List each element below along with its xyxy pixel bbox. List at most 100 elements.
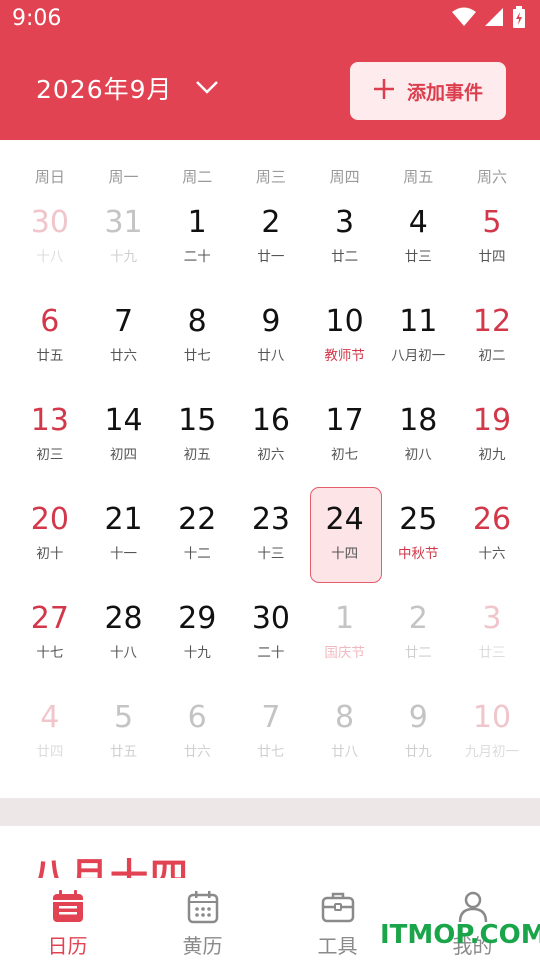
day-number: 1 — [335, 601, 355, 636]
calendar-day-today[interactable]: 24 十四 — [308, 487, 382, 590]
section-divider — [0, 798, 540, 826]
watermark-text: ITMOP.COM — [380, 920, 540, 950]
calendar-day-cell[interactable]: 28 十八 — [87, 590, 161, 689]
calendar-day-cell[interactable]: 21 十一 — [87, 491, 161, 590]
calendar-day-cell[interactable]: 3 廿二 — [308, 194, 382, 293]
calendar-day-cell[interactable]: 20 初十 — [13, 491, 87, 590]
day-number: 28 — [104, 601, 143, 636]
calendar-day-cell[interactable]: 2 廿二 — [381, 590, 455, 689]
calendar-day-cell[interactable]: 1 二十 — [160, 194, 234, 293]
lunar-date: 十八 — [36, 249, 64, 265]
calendar-day-cell[interactable]: 8 廿八 — [308, 689, 382, 788]
day-number: 6 — [187, 700, 207, 735]
calendar-day-cell[interactable]: 6 廿五 — [13, 293, 87, 392]
day-number: 8 — [187, 304, 207, 339]
lunar-date: 初四 — [110, 447, 138, 463]
calendar-day-cell[interactable]: 4 廿四 — [13, 689, 87, 788]
lunar-date: 廿七 — [257, 744, 285, 760]
lunar-date: 廿五 — [110, 744, 138, 760]
nav-label: 工具 — [317, 934, 358, 958]
calendar-day-cell[interactable]: 31 十九 — [87, 194, 161, 293]
day-number: 1 — [187, 205, 207, 240]
day-number: 19 — [472, 403, 512, 438]
calendar-day-cell[interactable]: 14 初四 — [87, 392, 161, 491]
calendar-day-cell[interactable]: 6 廿六 — [160, 689, 234, 788]
chevron-down-icon[interactable] — [194, 78, 220, 100]
status-bar-icons — [452, 6, 526, 32]
day-number: 24 — [325, 502, 364, 537]
calendar-day-cell[interactable]: 12 初二 — [455, 293, 529, 392]
calendar-day-cell[interactable]: 26 十六 — [455, 491, 529, 590]
day-number: 15 — [178, 403, 217, 438]
calendar-day-cell[interactable]: 3 廿三 — [455, 590, 529, 689]
weekday-label: 周一 — [108, 168, 139, 186]
calendar-day-cell[interactable]: 1 国庆节 — [308, 590, 382, 689]
calendar-day-cell[interactable]: 22 十二 — [160, 491, 234, 590]
calendar-day-cell[interactable]: 8 廿七 — [160, 293, 234, 392]
calendar-day-cell[interactable]: 15 初五 — [160, 392, 234, 491]
calendar-day-cell[interactable]: 13 初三 — [13, 392, 87, 491]
day-number: 16 — [251, 403, 290, 438]
calendar-week-row: 6 廿五 7 廿六 8 廿七 9 廿八 10 教师节 11 八月初一 12 初二 — [13, 293, 529, 392]
calendar-day-cell[interactable]: 30 二十 — [234, 590, 308, 689]
day-number: 9 — [408, 700, 428, 735]
calendar-day-cell[interactable]: 16 初六 — [234, 392, 308, 491]
nav-item-calendar[interactable]: 日历 — [0, 878, 135, 960]
lunar-date: 廿二 — [331, 249, 359, 265]
calendar-day-cell[interactable]: 5 廿五 — [87, 689, 161, 788]
lunar-date-title: 八月十四 — [30, 858, 190, 878]
lunar-date: 初七 — [331, 447, 359, 463]
calendar-day-cell[interactable]: 7 廿六 — [87, 293, 161, 392]
lunar-date: 八月初一 — [391, 348, 446, 364]
battery-icon — [512, 6, 526, 32]
calendar-day-cell[interactable]: 27 十七 — [13, 590, 87, 689]
calendar-day-cell[interactable]: 11 八月初一 — [381, 293, 455, 392]
lunar-date: 十七 — [36, 645, 64, 661]
day-number: 31 — [104, 205, 143, 240]
month-title[interactable]: 2026年9月 — [36, 70, 173, 106]
calendar-day-cell[interactable]: 25 中秋节 — [381, 491, 455, 590]
day-number: 9 — [261, 304, 281, 339]
calendar-day-cell[interactable]: 10 九月初一 — [455, 689, 529, 788]
weekday-header: 周日 周一 周二 周三 周四 周五 周六 — [13, 166, 529, 187]
lunar-date: 初六 — [257, 447, 285, 463]
lunar-date: 廿八 — [257, 348, 285, 364]
calendar-icon — [51, 890, 85, 928]
lunar-date: 廿一 — [257, 249, 285, 265]
calendar-day-cell[interactable]: 17 初七 — [308, 392, 382, 491]
nav-item-almanac[interactable]: 黄历 — [135, 878, 270, 960]
almanac-icon — [186, 890, 220, 928]
calendar-day-cell[interactable]: 9 廿八 — [234, 293, 308, 392]
calendar-day-cell[interactable]: 4 廿三 — [381, 194, 455, 293]
calendar-day-cell[interactable]: 23 十三 — [234, 491, 308, 590]
wifi-icon — [452, 7, 476, 31]
day-number: 20 — [30, 502, 69, 537]
add-event-label: 添加事件 — [406, 81, 483, 104]
day-number: 11 — [399, 304, 438, 339]
day-number: 27 — [30, 601, 69, 636]
calendar-week-row: 20 初十 21 十一 22 十二 23 十三 24 十四 25 中秋节 26 十六 — [13, 487, 529, 590]
lunar-date: 廿六 — [183, 744, 211, 760]
lunar-date: 廿五 — [36, 348, 64, 364]
toolbox-icon — [321, 890, 355, 928]
day-number: 26 — [472, 502, 512, 537]
status-bar-time: 9:06 — [12, 6, 62, 31]
lunar-date: 廿四 — [36, 744, 64, 760]
calendar-day-cell[interactable]: 19 初九 — [455, 392, 529, 491]
calendar-day-cell[interactable]: 5 廿四 — [455, 194, 529, 293]
day-number: 13 — [30, 403, 69, 438]
add-event-button[interactable]: 添加事件 — [350, 62, 506, 120]
day-number: 3 — [335, 205, 355, 240]
weekday-label: 周六 — [476, 168, 507, 186]
calendar-day-cell[interactable]: 10 教师节 — [308, 293, 382, 392]
day-number: 8 — [335, 700, 355, 735]
calendar-day-cell[interactable]: 7 廿七 — [234, 689, 308, 788]
calendar-day-cell[interactable]: 30 十八 — [13, 194, 87, 293]
calendar-day-cell[interactable]: 9 廿九 — [381, 689, 455, 788]
weekday-label: 周二 — [182, 168, 213, 186]
calendar-day-cell[interactable]: 18 初八 — [381, 392, 455, 491]
calendar-day-cell[interactable]: 29 十九 — [160, 590, 234, 689]
weekday-label: 周五 — [403, 168, 434, 186]
calendar-day-cell[interactable]: 2 廿一 — [234, 194, 308, 293]
lunar-date: 十六 — [478, 546, 506, 562]
